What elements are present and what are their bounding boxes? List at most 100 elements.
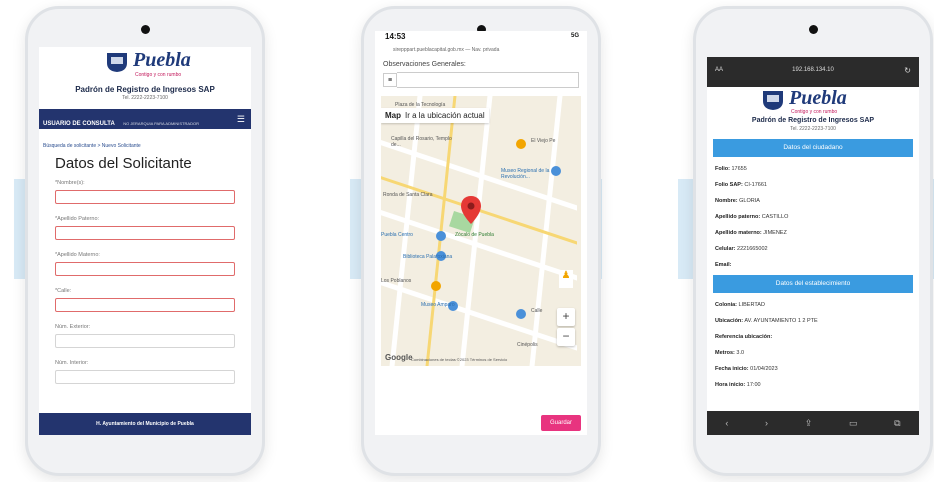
- field-input[interactable]: [55, 370, 235, 384]
- detail-key: Referencia ubicación:: [715, 334, 773, 340]
- reload-icon[interactable]: ↻: [904, 66, 911, 75]
- brand-header: Puebla Contigo y con rumbo Padrón de Reg…: [707, 87, 919, 137]
- detail-key: Email:: [715, 262, 732, 268]
- detail-row: Nombre: GLORIA: [707, 195, 919, 207]
- save-button[interactable]: Guardar: [541, 415, 581, 431]
- map[interactable]: Map Ir a la ubicación actual Plaza de la …: [381, 96, 581, 366]
- detail-value: LIBERTAD: [737, 302, 765, 308]
- brand-header: Puebla Contigo y con rumbo Padrón de Reg…: [39, 47, 251, 109]
- detail-value: CI-17661: [742, 182, 767, 188]
- text-icon: ≡: [383, 73, 397, 87]
- share-icon[interactable]: ⇪: [805, 418, 813, 429]
- map-label[interactable]: Zócalo de Puebla: [455, 232, 494, 238]
- detail-key: Nombre:: [715, 198, 738, 204]
- citizen-details: Folio: 17655 Folio SAP: CI-17661 Nombre: G…: [707, 163, 919, 271]
- map-label[interactable]: Biblioteca Palafoxiana: [403, 254, 452, 260]
- detail-row: Apellido paterno: CASTILLO: [707, 211, 919, 223]
- detail-key: Fecha inicio:: [715, 366, 749, 372]
- detail-key: Colonia:: [715, 302, 737, 308]
- field-label: *Apellido Materno:: [55, 252, 100, 258]
- nav-user: USUARIO DE CONSULTA: [43, 121, 115, 127]
- camera-icon: [808, 25, 818, 34]
- field-input[interactable]: [55, 334, 235, 348]
- field-label: Núm. Exterior:: [55, 324, 91, 330]
- app-title: Padrón de Registro de Ingresos SAP: [751, 117, 875, 124]
- detail-value: 3.0: [734, 350, 745, 356]
- map-type-button[interactable]: Map: [385, 111, 401, 120]
- form-field: *Nombre(s):: [39, 180, 251, 204]
- detail-row: Ubicación: AV. AYUNTAMIENTO 1 2 PTE: [707, 315, 919, 327]
- tabs-icon[interactable]: ⧉: [894, 418, 900, 429]
- field-input[interactable]: [55, 298, 235, 312]
- detail-row: Colonia: LIBERTAD: [707, 299, 919, 311]
- map-label[interactable]: Capilla del Rosario, Templo de...: [391, 136, 461, 148]
- detail-key: Celular:: [715, 246, 736, 252]
- detail-key: Hora inicio:: [715, 382, 746, 388]
- detail-value: JIMENEZ: [761, 230, 787, 236]
- map-label[interactable]: Cinépolis: [517, 342, 538, 348]
- google-logo: Google: [385, 353, 413, 362]
- map-label[interactable]: Ronda de Santa Clara: [383, 192, 432, 198]
- band-gap: [602, 179, 678, 279]
- forward-icon[interactable]: ›: [765, 418, 768, 428]
- detail-value: 01/04/2023: [748, 366, 778, 372]
- shield-icon: [107, 53, 127, 72]
- shield-icon: [763, 91, 783, 110]
- phone-form: Puebla Contigo y con rumbo Padrón de Reg…: [25, 6, 265, 476]
- form-field: *Calle:: [39, 288, 251, 312]
- map-label[interactable]: Museo Amparo: [421, 302, 455, 308]
- field-input[interactable]: [55, 226, 235, 240]
- app-phone: Tel. 2222-2223-7100: [122, 95, 168, 101]
- detail-row: Metros: 3.0: [707, 347, 919, 359]
- detail-row: Folio SAP: CI-17661: [707, 179, 919, 191]
- brand-tagline: Contigo y con rumbo: [135, 72, 182, 78]
- brand-name: Puebla: [133, 49, 191, 71]
- browser-bar: AA 192.168.134.10 ↻: [707, 57, 919, 87]
- zoom-out-button[interactable]: −: [557, 328, 575, 346]
- url-bar[interactable]: sirepppart.pueblacapital.gob.mx — Nav. p…: [375, 45, 587, 57]
- brand-tagline: Contigo y con rumbo: [791, 109, 838, 115]
- map-label[interactable]: Los Poblanos: [381, 278, 411, 284]
- map-label[interactable]: Plaza de la Tecnología: [395, 102, 445, 108]
- zoom-in-button[interactable]: +: [557, 308, 575, 326]
- status-icons: 5G: [570, 33, 579, 39]
- form-field: Núm. Exterior:: [39, 324, 251, 348]
- map-label[interactable]: Calle: [531, 308, 542, 314]
- field-label: *Apellido Paterno:: [55, 216, 100, 222]
- detail-row: Apellido materno: JIMENEZ: [707, 227, 919, 239]
- detail-key: Folio SAP:: [715, 182, 743, 188]
- back-icon[interactable]: ‹: [725, 418, 728, 428]
- bookmarks-icon[interactable]: ▭: [849, 418, 858, 429]
- app-phone: Tel. 2222-2223-7100: [790, 126, 836, 132]
- section-business-button[interactable]: Datos del establecimiento: [713, 275, 913, 293]
- detail-value: GLORIA: [737, 198, 760, 204]
- detail-row: Folio: 17655: [707, 163, 919, 175]
- map-label[interactable]: Museo Regional de la Revolución...: [501, 168, 571, 180]
- form-fields: *Nombre(s): *Apellido Paterno: *Apellido M…: [39, 180, 251, 384]
- pegman-icon[interactable]: ♟: [559, 270, 573, 288]
- nav-sub: PAGA: [43, 130, 54, 135]
- map-overlay[interactable]: Map Ir a la ubicación actual: [381, 108, 489, 123]
- business-details: Colonia: LIBERTAD Ubicación: AV. AYUNTAMI…: [707, 299, 919, 391]
- nav-message: NO JERARQUIA PARA ADMINISTRADOR: [123, 121, 199, 126]
- form-field: Núm. Interior:: [39, 360, 251, 384]
- browser-toolbar: ‹ › ⇪ ▭ ⧉: [707, 411, 919, 435]
- detail-row: Email:: [707, 259, 919, 271]
- map-label[interactable]: El Viejo Pe: [531, 138, 555, 144]
- map-label[interactable]: Puebla Centro: [381, 232, 413, 238]
- detail-key: Folio:: [715, 166, 730, 172]
- field-label: *Nombre(s):: [55, 180, 85, 186]
- obs-input[interactable]: [397, 72, 579, 88]
- map-attribution[interactable]: Combinaciones de teclas ©2023 Términos d…: [411, 357, 507, 362]
- field-input[interactable]: [55, 190, 235, 204]
- form-field: *Apellido Materno:: [39, 252, 251, 276]
- detail-value: CASTILLO: [760, 214, 789, 220]
- detail-row: Referencia ubicación:: [707, 331, 919, 343]
- camera-icon: [140, 25, 150, 34]
- current-location-button[interactable]: Ir a la ubicación actual: [405, 111, 485, 120]
- phone-map: 14:53 5G sirepppart.pueblacapital.gob.mx…: [361, 6, 601, 476]
- section-citizen-button[interactable]: Datos del ciudadano: [713, 139, 913, 157]
- address-bar[interactable]: 192.168.134.10: [707, 67, 919, 73]
- field-input[interactable]: [55, 262, 235, 276]
- hamburger-menu-icon[interactable]: ☰: [237, 114, 245, 125]
